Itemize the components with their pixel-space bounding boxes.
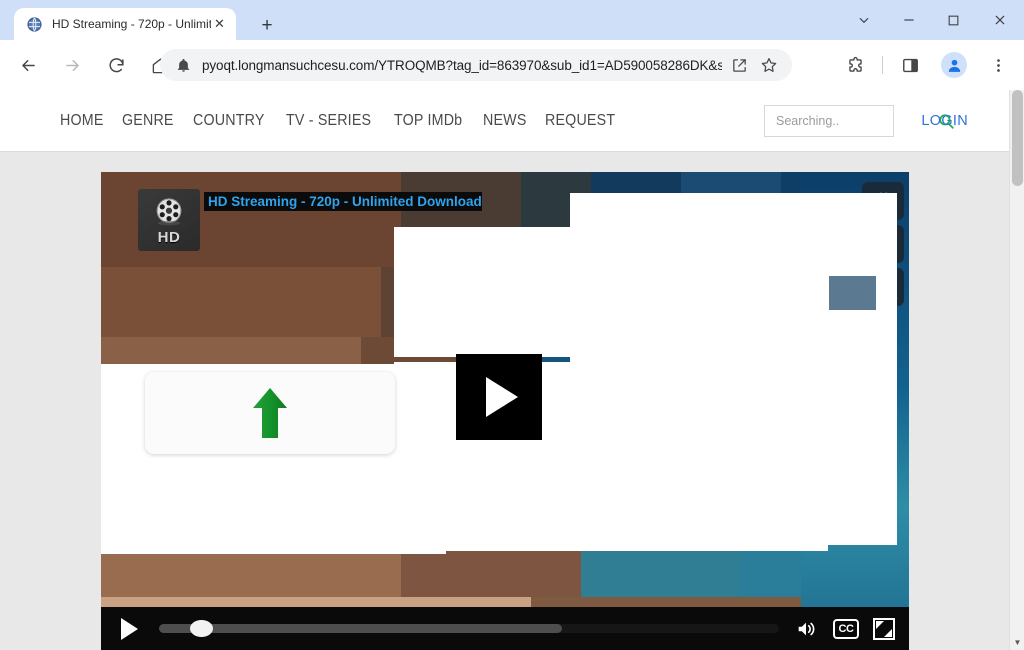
nav-item-news[interactable]: NEWS (483, 112, 527, 130)
volume-high-icon (794, 618, 818, 640)
controls-right-group: CC (793, 617, 895, 641)
profile-avatar-icon[interactable] (936, 47, 972, 83)
tab-strip: HD Streaming - 720p - Unlimite ✕ + (0, 0, 1024, 40)
share-icon[interactable] (726, 52, 752, 78)
video-controls-bar: CC (101, 607, 909, 650)
main-navigation: HOME GENRE COUNTRY TV - SERIES TOP IMDb … (60, 90, 622, 152)
forward-arrow-icon[interactable] (54, 47, 90, 83)
login-link[interactable]: LOGIN (921, 113, 968, 129)
scrubber-knob[interactable] (190, 620, 213, 637)
play-button[interactable] (115, 615, 143, 643)
nav-item-request[interactable]: REQUEST (545, 112, 615, 130)
notification-bell-icon[interactable] (174, 56, 192, 74)
avatar (941, 52, 967, 78)
nav-item-home[interactable]: HOME (60, 112, 104, 130)
video-site-logo: HD (138, 189, 200, 251)
close-icon[interactable] (976, 0, 1024, 40)
video-title-overlay: HD Streaming - 720p - Unlimited Download… (204, 192, 482, 211)
search-input[interactable] (776, 114, 937, 128)
play-triangle-icon (486, 377, 518, 417)
scrubber-buffer (159, 624, 562, 633)
scroll-down-arrow-icon[interactable]: ▼ (1010, 634, 1024, 650)
three-dot-menu-icon[interactable] (980, 47, 1016, 83)
play-icon (121, 618, 138, 640)
maximize-icon[interactable] (931, 0, 976, 40)
browser-window: HD Streaming - 720p - Unlimite ✕ + (0, 0, 1024, 650)
toolbar-right-group (833, 40, 1020, 90)
address-bar[interactable]: pyoqt.longmansuchcesu.com/YTROQMB?tag_id… (160, 49, 792, 81)
download-popup-card[interactable] (145, 372, 395, 454)
page-viewport: HOME GENRE COUNTRY TV - SERIES TOP IMDb … (0, 90, 1009, 650)
progress-scrubber[interactable] (159, 623, 779, 634)
chevron-down-icon[interactable] (841, 0, 886, 40)
tab-title: HD Streaming - 720p - Unlimite (52, 17, 211, 31)
side-panel-icon[interactable] (892, 47, 928, 83)
window-controls (841, 0, 1024, 40)
toolbar-divider (882, 56, 883, 74)
search-box[interactable] (764, 105, 894, 137)
browser-toolbar: pyoqt.longmansuchcesu.com/YTROQMB?tag_id… (0, 40, 1024, 90)
hd-badge-label: HD (158, 229, 181, 246)
captions-button[interactable]: CC (833, 619, 859, 639)
browser-tab[interactable]: HD Streaming - 720p - Unlimite ✕ (14, 8, 236, 40)
url-text: pyoqt.longmansuchcesu.com/YTROQMB?tag_id… (202, 58, 722, 73)
new-tab-button[interactable]: + (253, 12, 281, 40)
star-icon[interactable] (756, 52, 782, 78)
close-icon[interactable]: ✕ (211, 16, 228, 33)
overlay-block-middle (394, 227, 570, 357)
nav-item-top-imdb[interactable]: TOP IMDb (394, 112, 462, 130)
toolbar-left-group (6, 40, 182, 90)
nav-item-country[interactable]: COUNTRY (193, 112, 265, 130)
scrollbar-thumb[interactable] (1012, 90, 1023, 186)
back-arrow-icon[interactable] (10, 47, 46, 83)
page-scrollbar[interactable]: ▼ (1009, 90, 1024, 650)
site-header: HOME GENRE COUNTRY TV - SERIES TOP IMDb … (0, 90, 1009, 152)
minimize-icon[interactable] (886, 0, 931, 40)
green-up-arrow-icon (252, 387, 288, 439)
nav-item-tv-series[interactable]: TV - SERIES (286, 112, 371, 130)
film-reel-icon (151, 195, 187, 231)
globe-icon (26, 16, 43, 33)
center-play-button[interactable] (456, 354, 542, 440)
fullscreen-button[interactable] (873, 618, 895, 640)
reload-icon[interactable] (98, 47, 134, 83)
puzzle-piece-icon[interactable] (837, 47, 873, 83)
volume-button[interactable] (793, 617, 819, 641)
video-player[interactable]: HD HD Streaming - 720p - Unlimited Downl… (101, 172, 909, 650)
nav-item-genre[interactable]: GENRE (122, 112, 174, 130)
overlay-block-grey (829, 276, 876, 310)
